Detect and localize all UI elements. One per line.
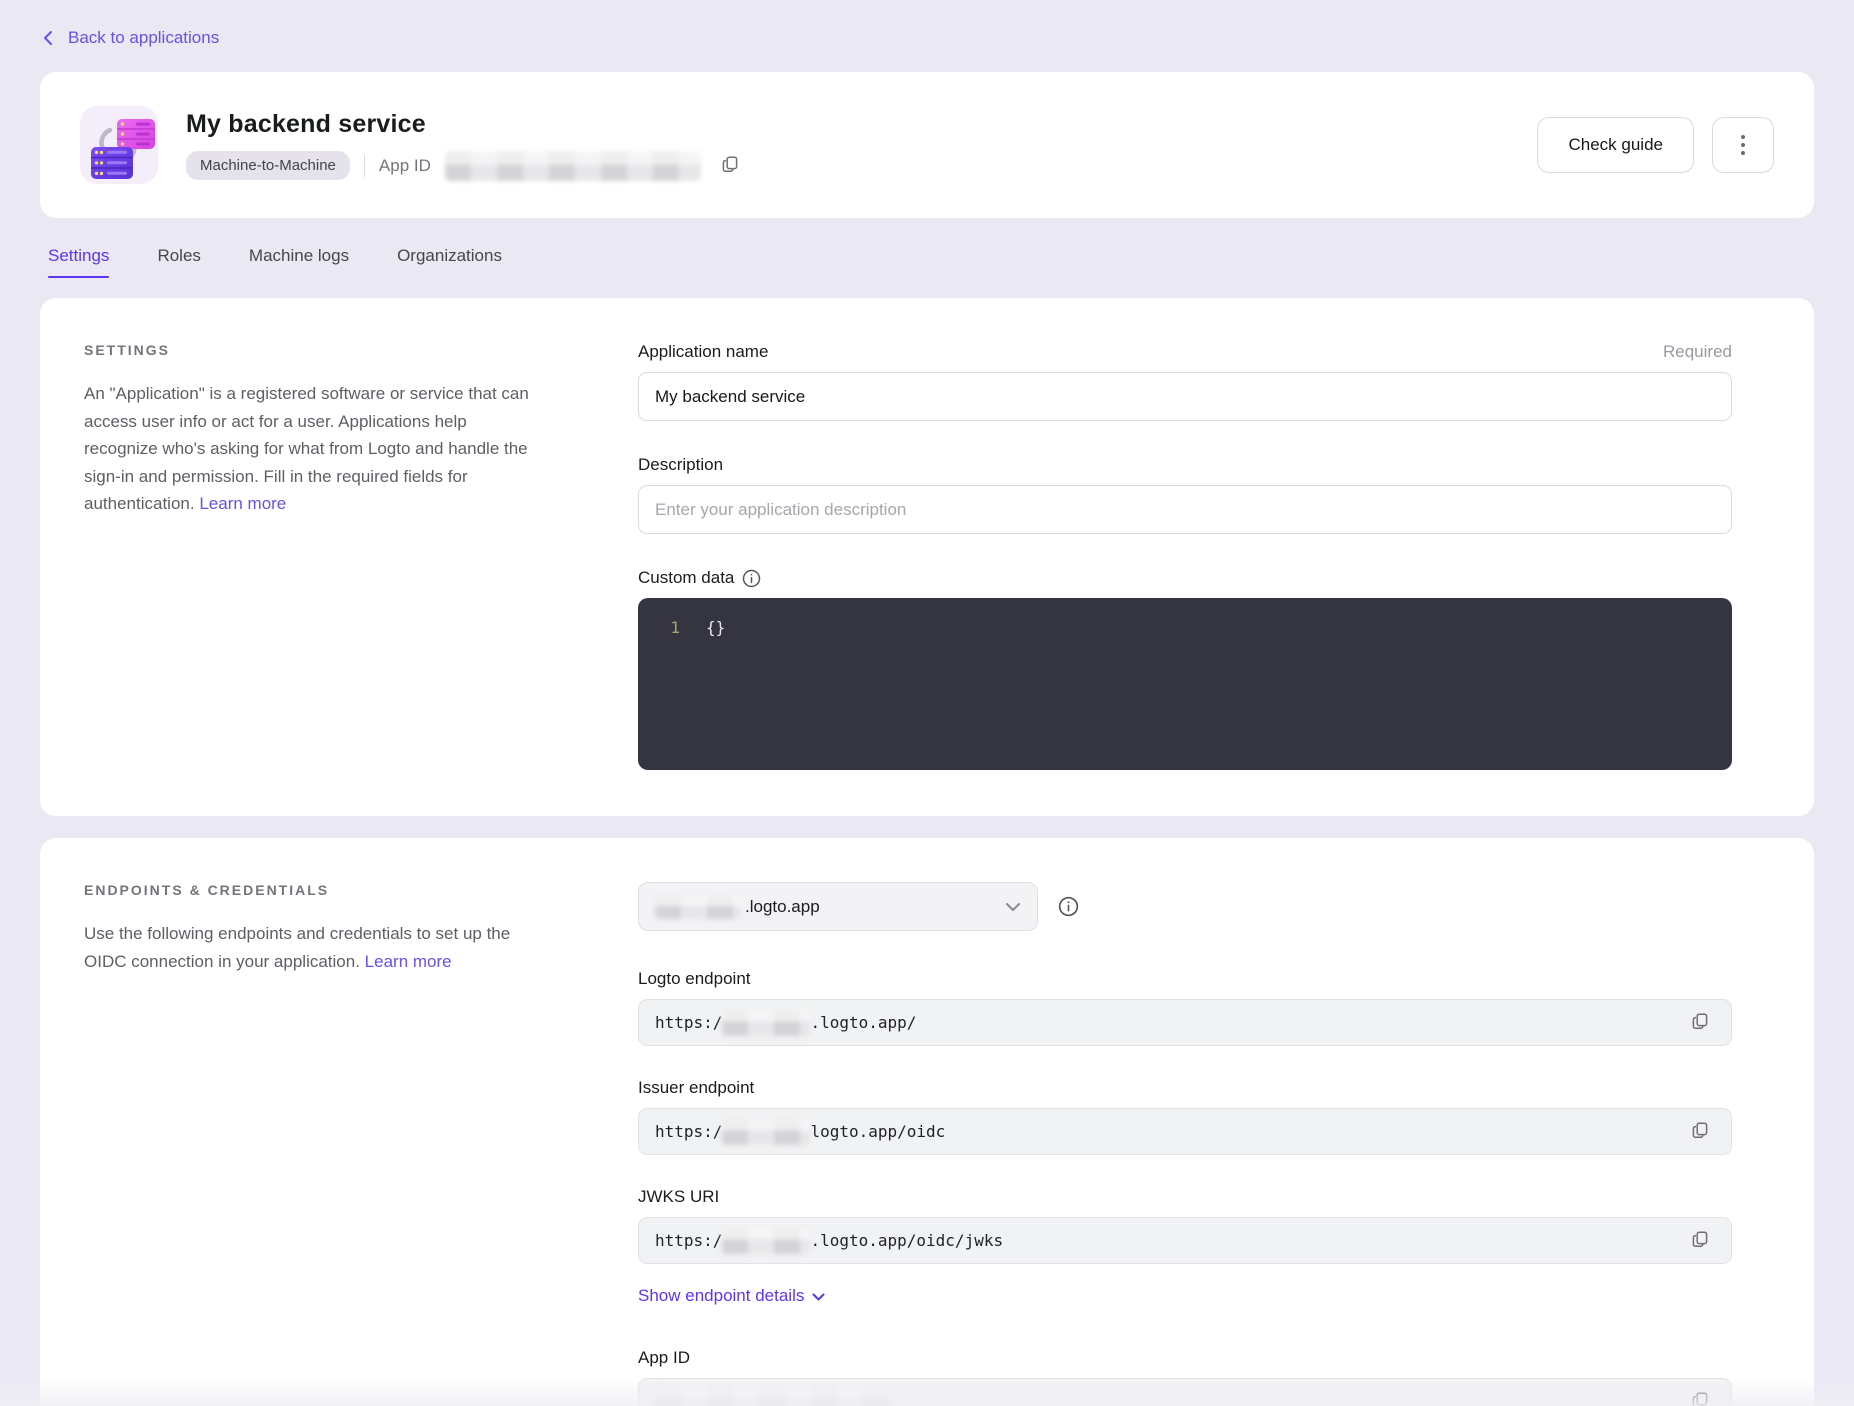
application-meta-row: Machine-to-Machine App ID [186,151,745,181]
machine-to-machine-app-icon [80,106,158,184]
logto-endpoint-label: Logto endpoint [638,969,1732,989]
info-icon[interactable] [1058,896,1079,917]
line-number: 1 [638,618,680,637]
back-chevron-icon [42,30,56,46]
custom-data-field-group: Custom data 1 {} [638,568,1732,770]
back-to-applications-link[interactable]: Back to applications [40,24,221,52]
application-header-card: My backend service Machine-to-Machine Ap… [40,72,1814,218]
app-id-redacted-value [445,151,701,181]
custom-data-code-editor[interactable]: 1 {} [638,598,1732,770]
application-name-label: Application name [638,342,768,362]
tab-roles[interactable]: Roles [157,246,200,278]
issuer-endpoint-label: Issuer endpoint [638,1078,1732,1098]
tab-machine-logs[interactable]: Machine logs [249,246,349,278]
copy-icon [1691,1230,1709,1251]
endpoints-section-card: ENDPOINTS & CREDENTIALS Use the followin… [40,838,1814,1406]
endpoints-section-description: Use the following endpoints and credenti… [84,920,536,975]
copy-issuer-endpoint-button[interactable] [1685,1117,1715,1147]
vertical-ellipsis-icon [1741,135,1745,155]
meta-divider [364,155,365,177]
tab-organizations[interactable]: Organizations [397,246,502,278]
application-type-badge: Machine-to-Machine [186,151,350,180]
description-field-group: Description [638,455,1732,534]
header-actions: Check guide [1537,117,1774,173]
jwks-uri-label: JWKS URI [638,1187,1732,1207]
check-guide-button[interactable]: Check guide [1537,117,1694,173]
copy-app-id-field-button[interactable] [1685,1387,1715,1406]
description-input[interactable] [638,485,1732,534]
copy-icon [1691,1121,1709,1142]
page-title: My backend service [186,110,745,139]
back-link-label: Back to applications [68,28,219,48]
settings-learn-more-link[interactable]: Learn more [199,494,286,513]
application-name-field-group: Application name Required [638,342,1732,421]
endpoints-form: .logto.app Logto endpoint https:/ .logto… [638,882,1732,1406]
app-id-field-label: App ID [638,1348,1732,1368]
domain-redacted-prefix [655,895,741,919]
select-chevron-down-icon [1005,902,1021,912]
application-detail-page: Back to applications [0,0,1854,1406]
copy-app-id-button[interactable] [715,151,745,181]
app-id-redacted-segment [655,1388,893,1406]
description-label: Description [638,455,723,475]
copy-icon [1691,1012,1709,1033]
settings-form: Application name Required Description Cu… [638,342,1732,770]
chevron-down-icon [812,1286,825,1306]
endpoint-redacted-segment [722,1119,810,1145]
endpoint-redacted-segment [722,1228,810,1254]
issuer-endpoint-value: https:/ logto.app/oidc [638,1108,1732,1155]
domain-select-row: .logto.app [638,882,1732,931]
required-tag: Required [1663,342,1732,362]
more-actions-button[interactable] [1712,117,1774,173]
jwks-uri-value: https:/ .logto.app/oidc/jwks [638,1217,1732,1264]
application-name-input[interactable] [638,372,1732,421]
application-tabs: Settings Roles Machine logs Organization… [48,246,1814,278]
domain-select-value: .logto.app [745,897,820,917]
tab-settings[interactable]: Settings [48,246,109,278]
custom-data-label: Custom data [638,568,761,588]
copy-logto-endpoint-button[interactable] [1685,1008,1715,1038]
logto-endpoint-value: https:/ .logto.app/ [638,999,1732,1046]
app-id-field-group: App ID [638,1348,1732,1406]
show-endpoint-details-link[interactable]: Show endpoint details [638,1286,825,1306]
code-content: {} [706,618,725,637]
endpoints-section-aside: ENDPOINTS & CREDENTIALS Use the followin… [84,882,536,1406]
copy-icon [1691,1391,1709,1406]
endpoint-redacted-segment [722,1010,810,1036]
domain-select[interactable]: .logto.app [638,882,1038,931]
code-line: 1 {} [638,618,1732,637]
settings-section-heading: SETTINGS [84,342,536,358]
info-icon[interactable] [742,569,761,588]
copy-icon [721,155,739,176]
endpoints-section-heading: ENDPOINTS & CREDENTIALS [84,882,536,898]
application-header-info: My backend service Machine-to-Machine Ap… [186,110,745,181]
settings-section-aside: SETTINGS An "Application" is a registere… [84,342,536,770]
settings-section-card: SETTINGS An "Application" is a registere… [40,298,1814,816]
app-id-label: App ID [379,156,431,176]
copy-jwks-uri-button[interactable] [1685,1226,1715,1256]
app-id-field-value [638,1378,1732,1406]
endpoints-learn-more-link[interactable]: Learn more [365,952,452,971]
settings-section-description: An "Application" is a registered softwar… [84,380,536,518]
